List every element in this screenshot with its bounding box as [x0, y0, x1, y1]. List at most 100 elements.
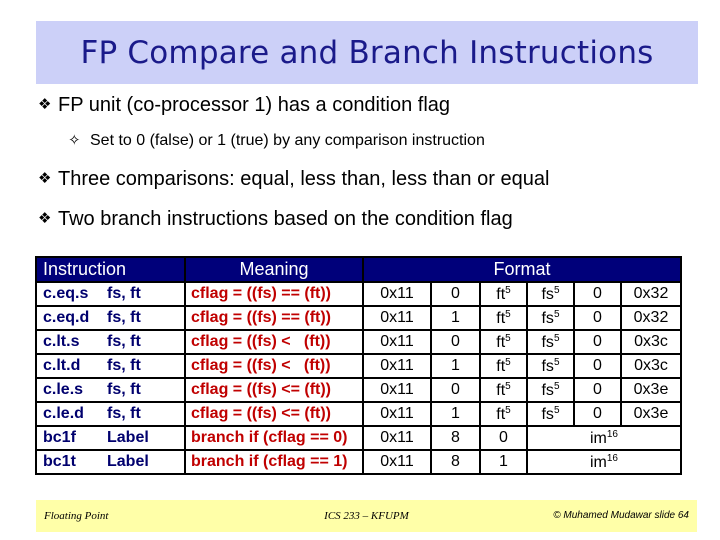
bullet-two-branches: ❖ Two branch instructions based on the co… — [38, 208, 513, 231]
ft-bits: 5 — [505, 284, 511, 296]
slide-title: FP Compare and Branch Instructions — [80, 34, 654, 71]
operands: fs, ft — [107, 309, 141, 326]
operands: fs, ft — [107, 357, 141, 374]
format-fmt-cell: 0 — [430, 329, 481, 355]
meaning-text: branch if (cflag == 0) — [191, 429, 348, 446]
footer-bar: Floating Point ICS 233 – KFUPM © Muhamed… — [36, 500, 697, 532]
imm-bits: 16 — [606, 428, 618, 440]
meaning-cell: cflag = ((fs) < (ft)) — [184, 353, 364, 379]
format-fs-cell: fs5 — [526, 353, 575, 379]
fs-bits: 5 — [553, 284, 560, 296]
operands: fs, ft — [107, 333, 141, 350]
table-row: c.lt.s fs, ft cflag = ((fs) < (ft)) 0x11 0 ft… — [35, 329, 682, 355]
diamond-bullet-icon: ❖ — [38, 169, 52, 187]
fs-text: fs — [541, 333, 554, 351]
bullet-three-comparisons: ❖ Three comparisons: equal, less than, le… — [38, 168, 549, 191]
star-bullet-icon: ✧ — [68, 131, 81, 149]
operands: Label — [107, 429, 149, 446]
header-instruction: Instruction — [35, 256, 186, 283]
format-ft-cell: ft5 — [479, 377, 528, 403]
format-fd-cell: 0 — [573, 281, 622, 307]
format-ft-cell: ft5 — [479, 401, 528, 427]
bullet-text: FP unit (co-processor 1) has a condition… — [58, 94, 451, 116]
table-row: bc1f Label branch if (cflag == 0) 0x11 8 0 im1… — [35, 425, 682, 451]
format-fmt-cell: 8 — [430, 425, 481, 451]
bullet-text: Three comparisons: equal, less than, les… — [58, 168, 550, 190]
title-banner: FP Compare and Branch Instructions — [36, 21, 698, 84]
imm-bits: 16 — [606, 452, 618, 464]
header-format: Format — [362, 256, 682, 283]
format-opcode-cell: 0x11 — [362, 353, 432, 379]
format-fd-cell: 0 — [573, 329, 622, 355]
instruction-cell: bc1f Label — [35, 425, 186, 451]
format-opcode-cell: 0x11 — [362, 449, 432, 475]
ft-bits: 5 — [505, 404, 511, 416]
opcode: c.eq.d — [43, 309, 90, 326]
diamond-bullet-icon: ❖ — [38, 209, 52, 227]
instruction-cell: bc1t Label — [35, 449, 186, 475]
format-fmt-cell: 0 — [430, 281, 481, 307]
ft-bits: 5 — [505, 380, 511, 392]
format-fd-cell: 0 — [573, 305, 622, 331]
format-tf-cell: 1 — [479, 449, 528, 475]
format-fd-cell: 0 — [573, 353, 622, 379]
meaning-cell: branch if (cflag == 0) — [184, 425, 364, 451]
format-opcode-cell: 0x11 — [362, 329, 432, 355]
table-row: c.le.d fs, ft cflag = ((fs) <= (ft)) 0x11 1 f… — [35, 401, 682, 427]
instruction-cell: c.lt.s fs, ft — [35, 329, 186, 355]
table-row: bc1t Label branch if (cflag == 1) 0x11 8 1 im1… — [35, 449, 682, 475]
instruction-cell: c.le.d fs, ft — [35, 401, 186, 427]
format-funct-cell: 0x32 — [620, 281, 682, 307]
meaning-cell: cflag = ((fs) <= (ft)) — [184, 377, 364, 403]
ft-text: ft — [496, 309, 506, 327]
format-funct-cell: 0x3c — [620, 329, 682, 355]
fs-text: fs — [541, 357, 554, 375]
diamond-bullet-icon: ❖ — [38, 95, 52, 113]
format-opcode-cell: 0x11 — [362, 425, 432, 451]
fs-bits: 5 — [553, 356, 560, 368]
opcode: c.lt.s — [43, 333, 80, 350]
format-immediate-cell: im16 — [526, 425, 682, 451]
fs-bits: 5 — [553, 332, 560, 344]
format-ft-cell: ft5 — [479, 305, 528, 331]
opcode: c.eq.s — [43, 285, 89, 302]
operands: Label — [107, 453, 149, 470]
format-funct-cell: 0x32 — [620, 305, 682, 331]
fs-text: fs — [541, 309, 554, 327]
format-funct-cell: 0x3e — [620, 377, 682, 403]
opcode: bc1f — [43, 429, 76, 446]
fs-text: fs — [541, 285, 554, 303]
fs-bits: 5 — [553, 404, 560, 416]
operands: fs, ft — [107, 405, 141, 422]
format-ft-cell: ft5 — [479, 281, 528, 307]
meaning-cell: cflag = ((fs) == (ft)) — [184, 305, 364, 331]
meaning-text: branch if (cflag == 1) — [191, 453, 348, 470]
opcode: bc1t — [43, 453, 76, 470]
header-meaning: Meaning — [184, 256, 364, 283]
instruction-cell: c.lt.d fs, ft — [35, 353, 186, 379]
operands: fs, ft — [107, 381, 141, 398]
operands: fs, ft — [107, 285, 141, 302]
opcode: c.le.d — [43, 405, 84, 422]
meaning-cell: cflag = ((fs) < (ft)) — [184, 329, 364, 355]
fs-text: fs — [541, 381, 554, 399]
ft-text: ft — [496, 357, 506, 375]
format-fs-cell: fs5 — [526, 281, 575, 307]
format-immediate-cell: im16 — [526, 449, 682, 475]
meaning-cell: branch if (cflag == 1) — [184, 449, 364, 475]
instruction-table: Instruction Meaning Format c.eq.s fs, ft c… — [35, 256, 682, 475]
ft-bits: 5 — [505, 356, 511, 368]
meaning-cell: cflag = ((fs) <= (ft)) — [184, 401, 364, 427]
imm-text: im — [589, 429, 607, 447]
fs-bits: 5 — [553, 380, 560, 392]
format-opcode-cell: 0x11 — [362, 281, 432, 307]
format-fmt-cell: 8 — [430, 449, 481, 475]
format-opcode-cell: 0x11 — [362, 401, 432, 427]
table-row: c.eq.d fs, ft cflag = ((fs) == (ft)) 0x11 1 f… — [35, 305, 682, 331]
sub-bullet-text: Set to 0 (false) or 1 (true) by any comp… — [90, 132, 485, 149]
opcode: c.lt.d — [43, 357, 81, 374]
meaning-text: cflag = ((fs) <= (ft)) — [191, 405, 332, 422]
meaning-text: cflag = ((fs) < (ft)) — [191, 357, 331, 374]
meaning-text: cflag = ((fs) == (ft)) — [191, 285, 332, 302]
format-fmt-cell: 0 — [430, 377, 481, 403]
